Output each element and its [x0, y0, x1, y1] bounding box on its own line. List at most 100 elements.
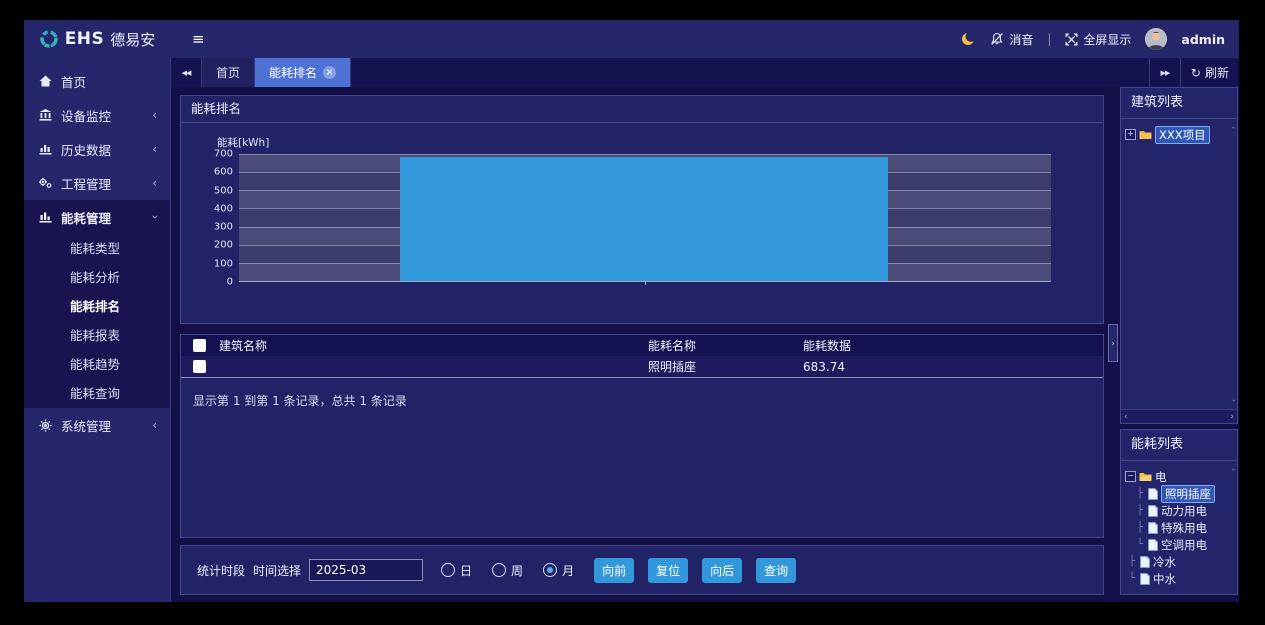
app-logo: EHS 德易安	[24, 29, 170, 50]
gear-icon	[37, 419, 53, 432]
sidebar-item-system-mgmt[interactable]: 系统管理 ‹	[24, 408, 170, 442]
sidebar-item-project-mgmt[interactable]: 工程管理 ‹	[24, 166, 170, 200]
tree-label-power[interactable]: 动力用电	[1161, 503, 1207, 519]
scroll-left-icon[interactable]: ‹	[1124, 412, 1128, 422]
cell-energy-name: 照明插座	[648, 358, 803, 375]
tabbar: ◀◀ 首页 能耗排名 × ▶▶ ↻ 刷新	[171, 58, 1239, 87]
chart-bar[interactable]	[400, 157, 888, 281]
building-tree: + XXX项目 ‹ ‹	[1121, 119, 1237, 409]
expander-icon[interactable]: −	[1125, 471, 1136, 482]
chart-y-tick: 0	[227, 277, 233, 288]
file-icon	[1140, 573, 1150, 585]
topbar-divider: |	[1047, 32, 1051, 46]
tab-home[interactable]: 首页	[202, 58, 255, 87]
avatar[interactable]	[1145, 28, 1167, 50]
tree-label-electric[interactable]: 电	[1155, 469, 1167, 485]
home-icon	[37, 75, 53, 87]
section-label: 统计时段	[197, 562, 245, 579]
chevron-left-icon: ‹	[152, 176, 157, 190]
prev-button[interactable]: 向前	[594, 558, 634, 583]
scroll-right-icon[interactable]: ›	[1230, 412, 1234, 422]
sidebar-item-energy-mgmt[interactable]: 能耗管理 ‹	[24, 200, 170, 234]
splitter-arrow-icon: ›	[1111, 339, 1114, 348]
radio-month[interactable]: 月	[543, 562, 574, 579]
spinner-logo-icon	[39, 29, 59, 49]
sidebar-item-energy-query[interactable]: 能耗查询	[24, 379, 170, 408]
refresh-icon: ↻	[1191, 66, 1201, 80]
chart-plot	[239, 154, 1051, 282]
topbar: EHS 德易安 ≡ 消音 |	[24, 20, 1239, 58]
tree-node-special[interactable]: ├ 特殊用电	[1137, 519, 1233, 536]
tree-node-lighting[interactable]: ├ 照明插座	[1137, 485, 1233, 502]
device-monitor-icon	[37, 109, 53, 121]
right-sidebar: 建筑列表 + XXX项目 ‹ ‹	[1120, 87, 1239, 602]
tree-node-project[interactable]: + XXX项目	[1125, 126, 1233, 143]
select-all-checkbox[interactable]	[193, 339, 206, 352]
col-energy-value: 能耗数据	[803, 337, 1103, 354]
tree-label-reclaimed-water[interactable]: 中水	[1153, 571, 1176, 587]
sidebar-item-energy-type[interactable]: 能耗类型	[24, 234, 170, 263]
chart-y-tick: 300	[214, 222, 233, 233]
tree-node-electric[interactable]: − 电	[1125, 468, 1233, 485]
tree-node-hvac[interactable]: └ 空调用电	[1137, 536, 1233, 553]
expander-icon[interactable]: +	[1125, 129, 1136, 140]
tree-label-hvac[interactable]: 空调用电	[1161, 537, 1207, 553]
cell-energy-value: 683.74	[803, 360, 1103, 374]
tab-close-icon[interactable]: ×	[323, 66, 336, 79]
sidebar-item-energy-trend[interactable]: 能耗趋势	[24, 350, 170, 379]
tree-label-lighting[interactable]: 照明插座	[1161, 485, 1215, 503]
main-content: 能耗排名 能耗[kWh] 7006005004003002001000	[171, 87, 1104, 602]
left-sidebar: 首页 设备监控 ‹ 历史数据 ‹	[24, 58, 171, 602]
scroll-up-icon[interactable]: ‹	[1229, 468, 1237, 471]
file-icon	[1140, 556, 1150, 568]
tab-energy-ranking[interactable]: 能耗排名 ×	[255, 58, 351, 87]
chevron-left-icon: ‹	[152, 108, 157, 122]
file-icon	[1148, 488, 1158, 500]
username[interactable]: admin	[1181, 32, 1225, 47]
radio-week[interactable]: 周	[492, 562, 523, 579]
sidebar-item-energy-ranking[interactable]: 能耗排名	[24, 292, 170, 321]
scroll-down-icon[interactable]: ‹	[1229, 399, 1237, 402]
tree-label-project[interactable]: XXX项目	[1155, 126, 1210, 144]
table-row[interactable]: 照明插座 683.74	[181, 356, 1103, 378]
scroll-up-icon[interactable]: ‹	[1229, 126, 1237, 129]
moon-icon[interactable]	[960, 31, 976, 47]
chart-panel: 能耗排名 能耗[kWh] 7006005004003002001000	[180, 95, 1104, 324]
tree-label-cold-water[interactable]: 冷水	[1153, 554, 1176, 570]
topbar-actions: 消音 | 全屏显示	[960, 28, 1239, 50]
logo-text-brand: 德易安	[110, 29, 155, 50]
chevron-down-icon: ‹	[148, 215, 162, 220]
time-select-label: 时间选择	[253, 562, 301, 579]
menu-toggle-icon[interactable]: ≡	[192, 30, 205, 48]
refresh-button[interactable]: ↻ 刷新	[1180, 58, 1239, 87]
folder-icon	[1139, 129, 1152, 140]
tree-label-special[interactable]: 特殊用电	[1161, 520, 1207, 536]
sidebar-item-energy-report[interactable]: 能耗报表	[24, 321, 170, 350]
tree-node-reclaimed-water[interactable]: └ 中水	[1129, 570, 1233, 587]
chart-y-axis: 7006005004003002001000	[181, 154, 239, 282]
tree-node-power[interactable]: ├ 动力用电	[1137, 502, 1233, 519]
sidebar-item-energy-analysis[interactable]: 能耗分析	[24, 263, 170, 292]
tabs-scroll-left-button[interactable]: ◀◀	[171, 58, 202, 87]
mute-control[interactable]: 消音	[990, 31, 1033, 48]
fullscreen-icon	[1065, 33, 1078, 46]
next-button[interactable]: 向后	[702, 558, 742, 583]
time-input[interactable]	[309, 559, 423, 581]
tabs-scroll-right-button[interactable]: ▶▶	[1149, 58, 1180, 87]
sidebar-item-home[interactable]: 首页	[24, 64, 170, 98]
energy-chart-icon	[37, 211, 53, 223]
chart-x-tick	[645, 281, 646, 285]
sidebar-item-device-monitor[interactable]: 设备监控 ‹	[24, 98, 170, 132]
chart-y-tick: 700	[214, 149, 233, 160]
fullscreen-control[interactable]: 全屏显示	[1065, 31, 1131, 48]
radio-day[interactable]: 日	[441, 562, 472, 579]
query-button[interactable]: 查询	[756, 558, 796, 583]
reset-button[interactable]: 复位	[648, 558, 688, 583]
chart-y-tick: 200	[214, 240, 233, 251]
row-checkbox[interactable]	[193, 360, 206, 373]
tree-node-cold-water[interactable]: ├ 冷水	[1129, 553, 1233, 570]
sidebar-item-history-data[interactable]: 历史数据 ‹	[24, 132, 170, 166]
splitter-handle[interactable]: ›	[1108, 324, 1118, 362]
horizontal-scrollbar[interactable]: ‹ ›	[1121, 409, 1237, 423]
chevron-left-icon: ‹	[152, 142, 157, 156]
